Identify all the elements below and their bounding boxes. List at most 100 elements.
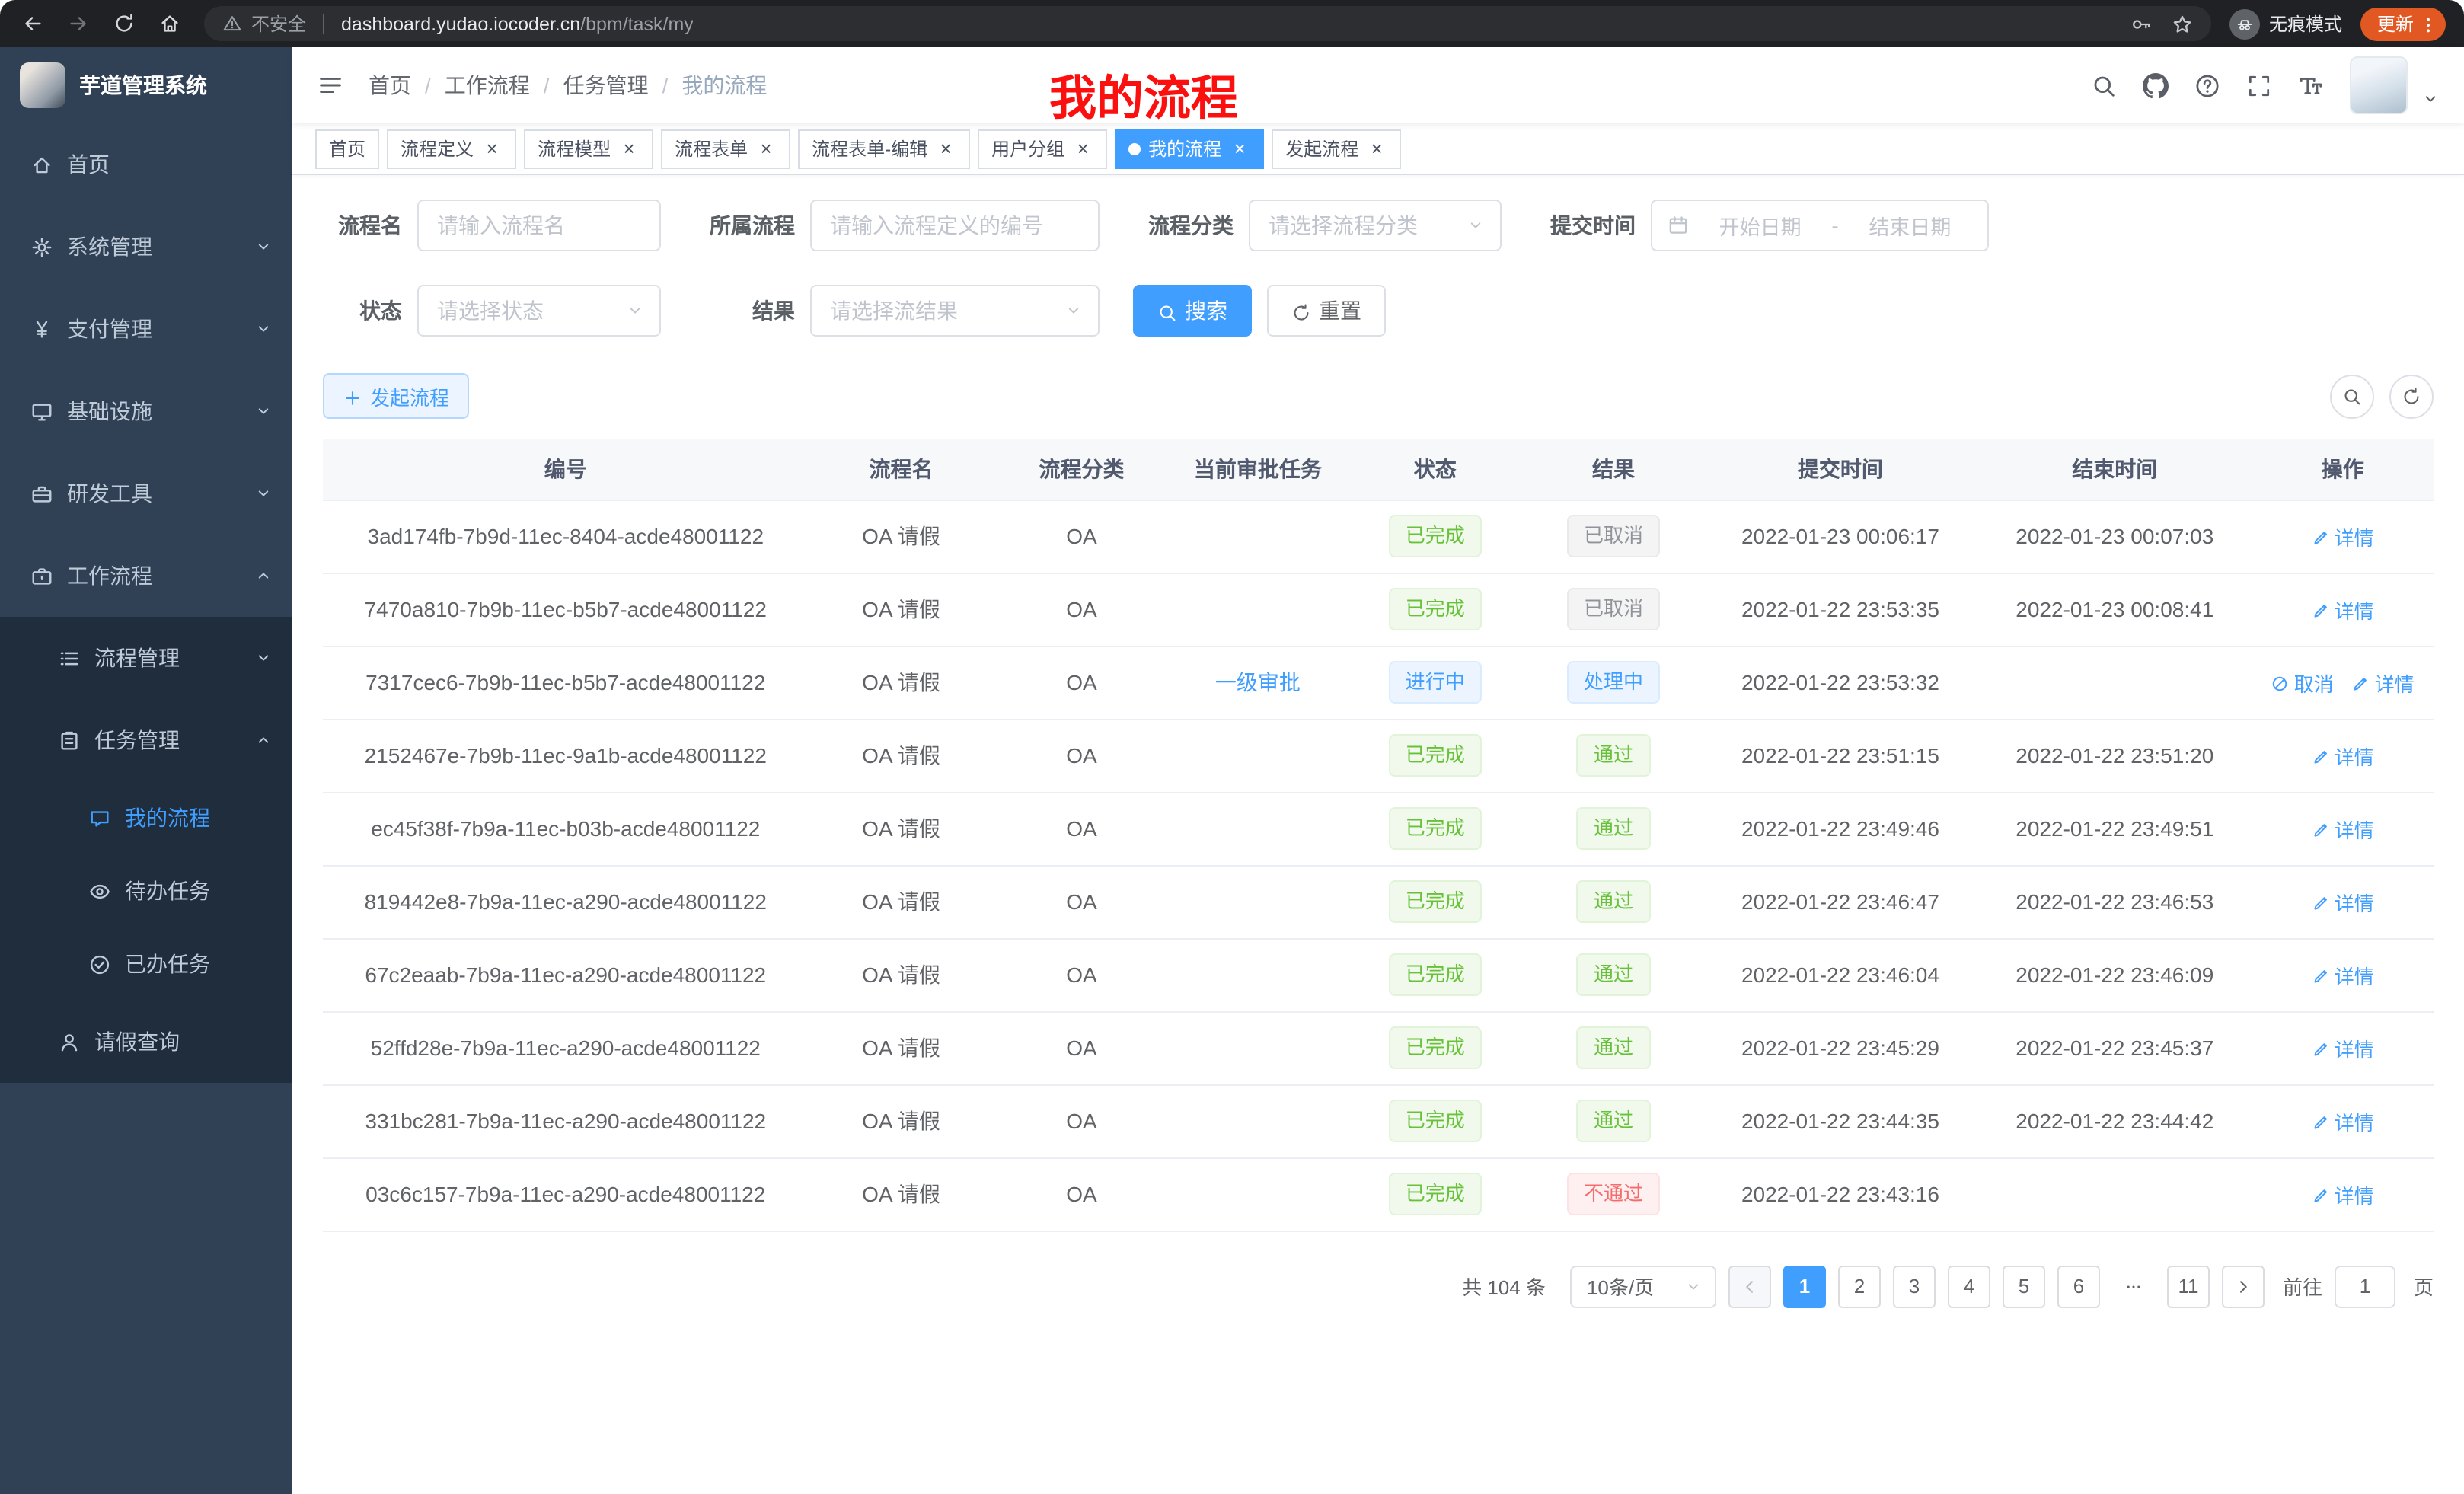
status-tag: 已完成 — [1389, 1026, 1482, 1069]
page-4-button[interactable]: 4 — [1948, 1265, 1990, 1307]
update-browser-button[interactable]: 更新 — [2360, 7, 2446, 40]
cell-current-task — [1170, 792, 1347, 865]
page-11-button[interactable]: 11 — [2167, 1265, 2210, 1307]
sidebar-item-task-management[interactable]: 任务管理 — [0, 699, 292, 781]
user-avatar[interactable] — [2350, 56, 2408, 114]
chevron-up-icon — [254, 731, 273, 749]
app-logo[interactable]: 芋道管理系统 — [0, 47, 292, 123]
cell-status: 已完成 — [1346, 573, 1524, 646]
breadcrumb-item[interactable]: 首页 — [369, 70, 411, 101]
browser-forward-icon[interactable] — [58, 4, 97, 43]
breadcrumb-item[interactable]: 任务管理 — [563, 70, 649, 101]
help-icon[interactable] — [2194, 72, 2220, 98]
detail-action-button[interactable]: 详情 — [2312, 960, 2374, 989]
close-tab-icon[interactable]: × — [1072, 138, 1093, 159]
search-button[interactable]: 搜索 — [1133, 285, 1252, 337]
detail-action-button[interactable]: 详情 — [2312, 595, 2374, 624]
result-select[interactable]: 请选择流结果 — [810, 285, 1100, 337]
detail-action-button[interactable]: 详情 — [2312, 814, 2374, 843]
more-pages-button[interactable] — [2112, 1265, 2155, 1307]
app-title: 芋道管理系统 — [79, 70, 207, 101]
cancel-action-button[interactable]: 取消 — [2271, 668, 2334, 697]
close-tab-icon[interactable]: × — [755, 138, 777, 159]
cell-submit-time: 2022-01-22 23:43:16 — [1703, 1157, 1977, 1231]
page-size-select[interactable]: 10条/页 — [1570, 1265, 1716, 1307]
detail-action-button[interactable]: 详情 — [2312, 741, 2374, 770]
browser-back-icon[interactable] — [12, 4, 52, 43]
tab-process-form[interactable]: 流程表单× — [661, 129, 790, 168]
sidebar-item-home[interactable]: 首页 — [0, 123, 292, 206]
sidebar-item-todo-tasks[interactable]: 待办任务 — [0, 854, 292, 927]
page-3-button[interactable]: 3 — [1893, 1265, 1936, 1307]
cell-current-task — [1170, 573, 1347, 646]
result-tag: 通过 — [1577, 1026, 1650, 1069]
cell-submit-time: 2022-01-22 23:49:46 — [1703, 792, 1977, 865]
browser-home-icon[interactable] — [149, 4, 189, 43]
refresh-table-button[interactable] — [2389, 374, 2434, 418]
sidebar: 芋道管理系统 首页系统管理支付管理基础设施研发工具工作流程流程管理任务管理我的流… — [0, 47, 292, 1494]
tab-user-group[interactable]: 用户分组× — [978, 129, 1107, 168]
tab-process-definition[interactable]: 流程定义× — [387, 129, 516, 168]
edit-icon — [2312, 817, 2330, 840]
close-tab-icon[interactable]: × — [935, 138, 956, 159]
goto-page-input[interactable] — [2335, 1265, 2395, 1307]
sidebar-item-system-management[interactable]: 系统管理 — [0, 206, 292, 288]
close-tab-icon[interactable]: × — [618, 138, 640, 159]
sidebar-item-payment-management[interactable]: 支付管理 — [0, 288, 292, 370]
detail-action-button[interactable]: 详情 — [2312, 1106, 2374, 1135]
page-5-button[interactable]: 5 — [2003, 1265, 2045, 1307]
key-icon[interactable] — [2130, 12, 2152, 35]
edit-icon — [2352, 671, 2370, 694]
fullscreen-icon[interactable] — [2246, 72, 2272, 98]
page-2-button[interactable]: 2 — [1838, 1265, 1881, 1307]
browser-menu-kebab-icon[interactable] — [2418, 13, 2438, 35]
sidebar-item-leave-query[interactable]: 请假查询 — [0, 1001, 292, 1083]
prev-page-button[interactable] — [1728, 1265, 1771, 1307]
tab-start-process[interactable]: 发起流程× — [1272, 129, 1401, 168]
page-6-button[interactable]: 6 — [2057, 1265, 2100, 1307]
cell-id: ec45f38f-7b9a-11ec-b03b-acde48001122 — [323, 792, 809, 865]
header-search-icon[interactable] — [2091, 72, 2117, 98]
submit-time-label: 提交时间 — [1535, 210, 1651, 241]
sidebar-toggle-icon[interactable] — [317, 72, 344, 99]
submit-time-range-picker[interactable]: 开始日期 - 结束日期 — [1651, 200, 1989, 251]
detail-action-button[interactable]: 详情 — [2312, 887, 2374, 916]
next-page-button[interactable] — [2222, 1265, 2265, 1307]
detail-action-button[interactable]: 详情 — [2312, 1033, 2374, 1062]
detail-action-button[interactable]: 详情 — [2312, 1180, 2374, 1208]
process-definition-input[interactable] — [810, 200, 1100, 251]
current-task-link[interactable]: 一级审批 — [1215, 670, 1301, 694]
process-category-select[interactable]: 请选择流程分类 — [1249, 200, 1502, 251]
font-size-icon[interactable] — [2298, 72, 2324, 98]
cell-current-task — [1170, 865, 1347, 938]
bookmark-star-icon[interactable] — [2172, 12, 2193, 35]
github-icon[interactable] — [2143, 72, 2169, 98]
sidebar-item-workflow[interactable]: 工作流程 — [0, 535, 292, 617]
status-select[interactable]: 请选择状态 — [417, 285, 661, 337]
sidebar-menu: 首页系统管理支付管理基础设施研发工具工作流程流程管理任务管理我的流程待办任务已办… — [0, 123, 292, 1494]
create-process-button[interactable]: 发起流程 — [323, 373, 469, 419]
tab-process-model[interactable]: 流程模型× — [524, 129, 653, 168]
reset-button[interactable]: 重置 — [1267, 285, 1386, 337]
close-tab-icon[interactable]: × — [1366, 138, 1387, 159]
sidebar-item-process-management[interactable]: 流程管理 — [0, 617, 292, 699]
close-tab-icon[interactable]: × — [1229, 138, 1250, 159]
breadcrumb-item[interactable]: 工作流程 — [445, 70, 530, 101]
browser-reload-icon[interactable] — [104, 4, 143, 43]
detail-action-button[interactable]: 详情 — [2352, 668, 2415, 697]
cell-category: OA — [994, 1084, 1169, 1157]
detail-action-button[interactable]: 详情 — [2312, 522, 2374, 551]
tab-my-process[interactable]: 我的流程× — [1115, 129, 1264, 168]
process-name-input[interactable] — [417, 200, 661, 251]
sidebar-item-infrastructure[interactable]: 基础设施 — [0, 370, 292, 452]
show-search-button[interactable] — [2330, 374, 2374, 418]
tab-process-form-edit[interactable]: 流程表单-编辑× — [798, 129, 970, 168]
tab-home[interactable]: 首页 — [315, 129, 379, 168]
sidebar-item-dev-tools[interactable]: 研发工具 — [0, 452, 292, 535]
address-bar[interactable]: 不安全 dashboard.yudao.iocoder.cn/bpm/task/… — [204, 6, 2211, 41]
close-tab-icon[interactable]: × — [481, 138, 503, 159]
avatar-caret-down-icon[interactable] — [2421, 90, 2440, 108]
page-1-button[interactable]: 1 — [1783, 1265, 1826, 1307]
sidebar-item-my-process[interactable]: 我的流程 — [0, 781, 292, 854]
sidebar-item-done-tasks[interactable]: 已办任务 — [0, 927, 292, 1001]
